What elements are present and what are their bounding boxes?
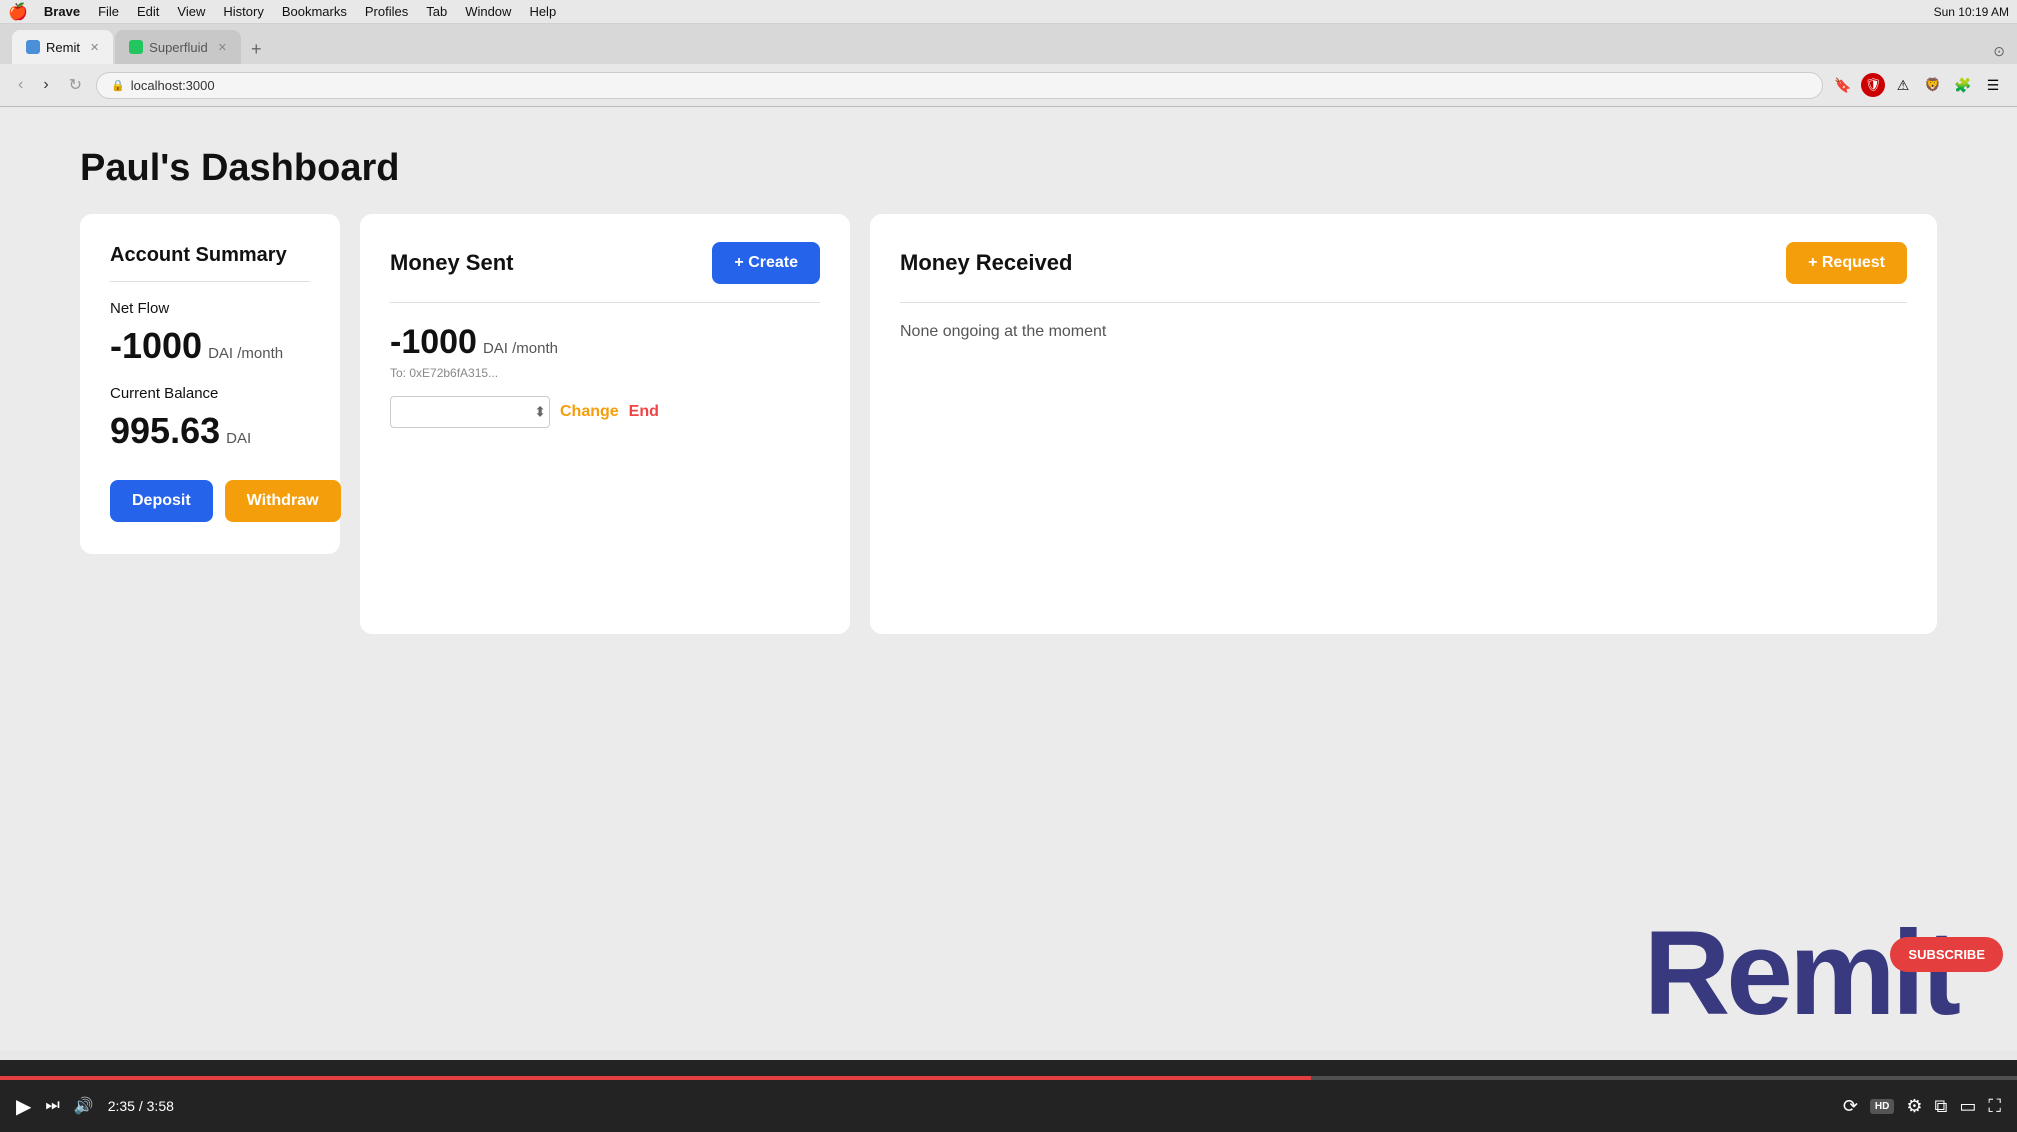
no-streams-text: None ongoing at the moment <box>900 323 1907 341</box>
url-text: localhost:3000 <box>131 78 215 93</box>
clock: Sun 10:19 AM <box>1934 5 2009 19</box>
stream-to-address: To: 0xE72b6fA315... <box>390 366 820 380</box>
money-received-title: Money Received <box>900 250 1072 276</box>
main-content: Paul's Dashboard Account Summary Net Flo… <box>0 107 2017 1051</box>
hd-badge[interactable]: HD <box>1870 1099 1894 1114</box>
create-button[interactable]: + Create <box>712 242 820 284</box>
nav-bar: ‹ › ↻ 🔒 localhost:3000 🔖 🛡 ⚠ 🦁 🧩 ☰ <box>0 64 2017 106</box>
extension-icon[interactable]: 🧩 <box>1951 73 1975 97</box>
page-title: Paul's Dashboard <box>80 147 1937 190</box>
address-bar[interactable]: 🔒 localhost:3000 <box>96 72 1823 99</box>
forward-button[interactable]: › <box>37 72 54 98</box>
request-button[interactable]: + Request <box>1786 242 1907 284</box>
brave-icon[interactable]: 🦁 <box>1921 73 1945 97</box>
money-received-card: Money Received + Request None ongoing at… <box>870 214 1937 634</box>
net-flow-amount: -1000 <box>110 325 202 367</box>
apple-menu[interactable]: 🍎 <box>8 2 28 22</box>
current-time: 2:35 <box>108 1098 135 1114</box>
net-flow-unit: DAI /month <box>208 345 283 362</box>
money-sent-title: Money Sent <box>390 250 513 276</box>
settings-icon[interactable]: ☰ <box>1981 73 2005 97</box>
tab-remit[interactable]: Remit ✕ <box>12 30 113 64</box>
menu-profiles[interactable]: Profiles <box>357 4 416 19</box>
menu-file[interactable]: File <box>90 4 127 19</box>
stream-amount-value: -1000 <box>390 323 477 362</box>
nav-right-icons: 🔖 🛡 ⚠ 🦁 🧩 ☰ <box>1831 73 2005 97</box>
cards-row: Account Summary Net Flow -1000 DAI /mont… <box>80 214 1937 634</box>
time-display: 2:35 / 3:58 <box>108 1098 174 1114</box>
tab-superfluid-close[interactable]: ✕ <box>218 41 227 54</box>
menu-history[interactable]: History <box>215 4 271 19</box>
back-button[interactable]: ‹ <box>12 72 29 98</box>
volume-button[interactable]: 🔊 <box>74 1096 94 1116</box>
account-summary-title: Account Summary <box>110 244 310 282</box>
shield-icon[interactable]: 🛡 <box>1861 73 1885 97</box>
balance-unit: DAI <box>226 430 251 447</box>
next-button[interactable]: ⏭ <box>45 1097 59 1115</box>
net-flow-label: Net Flow <box>110 300 310 317</box>
right-controls: ⟳ HD ⚙ ⧉ ▭ ⛶ <box>1843 1096 2001 1117</box>
theater-icon[interactable]: ▭ <box>1959 1096 1976 1117</box>
gear-icon[interactable]: ⚙ <box>1906 1096 1922 1117</box>
menu-bar: 🍎 Brave File Edit View History Bookmarks… <box>0 0 2017 24</box>
lock-icon: 🔒 <box>111 79 125 92</box>
change-button[interactable]: Change <box>560 403 619 421</box>
menu-edit[interactable]: Edit <box>129 4 167 19</box>
tab-remit-label: Remit <box>46 40 80 55</box>
warning-icon[interactable]: ⚠ <box>1891 73 1915 97</box>
stream-rate-input[interactable] <box>390 396 550 428</box>
menu-tab[interactable]: Tab <box>418 4 455 19</box>
money-sent-card: Money Sent + Create -1000 DAI /month To:… <box>360 214 850 634</box>
menu-view[interactable]: View <box>169 4 213 19</box>
total-time: 3:58 <box>147 1098 174 1114</box>
stream-amount-unit: DAI /month <box>483 340 558 357</box>
balance-value-row: 995.63 DAI <box>110 410 310 452</box>
bookmark-icon[interactable]: 🔖 <box>1831 73 1855 97</box>
menu-bookmarks[interactable]: Bookmarks <box>274 4 355 19</box>
reload-button[interactable]: ↻ <box>63 71 88 99</box>
account-summary-card: Account Summary Net Flow -1000 DAI /mont… <box>80 214 340 554</box>
window-controls-right: ⊙ <box>1993 43 2005 64</box>
browser-chrome: Remit ✕ Superfluid ✕ + ⊙ ‹ › ↻ 🔒 localho… <box>0 24 2017 107</box>
time-separator: / <box>139 1098 147 1114</box>
stream-controls: ⬍ Change End <box>390 396 820 428</box>
money-sent-header: Money Sent + Create <box>390 242 820 303</box>
controls-row: ▶ ⏭ 🔊 2:35 / 3:58 ⟳ HD ⚙ ⧉ ▭ ⛶ <box>0 1080 2017 1132</box>
new-tab-button[interactable]: + <box>243 35 270 64</box>
menu-help[interactable]: Help <box>521 4 564 19</box>
stream-input-container: ⬍ <box>390 396 550 428</box>
deposit-button[interactable]: Deposit <box>110 480 213 522</box>
money-received-header: Money Received + Request <box>900 242 1907 303</box>
tab-superfluid-icon <box>129 40 143 54</box>
menu-brave[interactable]: Brave <box>36 4 88 19</box>
stream-amount-row: -1000 DAI /month <box>390 323 820 362</box>
account-buttons: Deposit Withdraw <box>110 480 310 522</box>
tab-superfluid-label: Superfluid <box>149 40 208 55</box>
tab-bar: Remit ✕ Superfluid ✕ + ⊙ <box>0 24 2017 64</box>
play-button[interactable]: ▶ <box>16 1094 31 1119</box>
menu-window[interactable]: Window <box>457 4 519 19</box>
tab-superfluid[interactable]: Superfluid ✕ <box>115 30 241 64</box>
fullscreen-icon[interactable]: ⛶ <box>1988 1096 2001 1117</box>
net-flow-value-row: -1000 DAI /month <box>110 325 310 367</box>
tab-remit-icon <box>26 40 40 54</box>
autoplay-icon[interactable]: ⟳ <box>1843 1096 1858 1117</box>
miniplayer-icon[interactable]: ⧉ <box>1935 1096 1948 1117</box>
tab-remit-close[interactable]: ✕ <box>90 41 99 54</box>
balance-amount: 995.63 <box>110 410 220 452</box>
video-bar: ▶ ⏭ 🔊 2:35 / 3:58 ⟳ HD ⚙ ⧉ ▭ ⛶ <box>0 1060 2017 1132</box>
subscribe-button[interactable]: SUBSCRIBE <box>1890 937 2003 972</box>
withdraw-button[interactable]: Withdraw <box>225 480 341 522</box>
balance-label: Current Balance <box>110 385 310 402</box>
end-button[interactable]: End <box>629 403 659 421</box>
